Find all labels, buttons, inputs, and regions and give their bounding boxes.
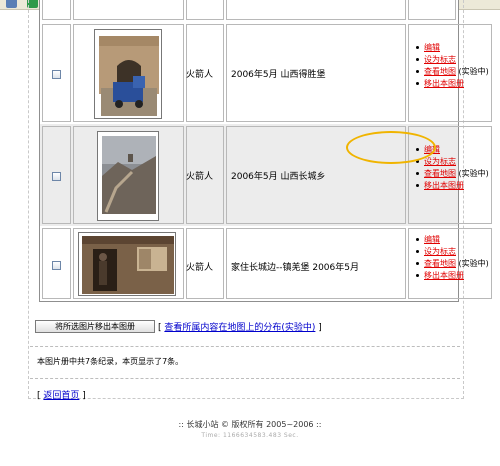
action-item: 查看地图 (实验中) xyxy=(416,168,489,180)
thumbnail-cell xyxy=(73,0,184,20)
record-summary: 本图片册中共7条纪录，本页显示了7条。 xyxy=(37,357,184,366)
photo-description: 家住长城边--镇羌堡 2006年5月 xyxy=(231,263,359,273)
actions-cell: 编辑 设为标志 查看地图 (实验中) 移出本图册 xyxy=(408,228,492,299)
view-map-link[interactable]: 查看地图 xyxy=(424,259,456,268)
description-cell: 2006年5月 山西得胜堡 xyxy=(226,24,406,122)
highlight-annotation xyxy=(346,131,436,164)
edit-link[interactable]: 编辑 xyxy=(424,43,440,52)
select-cell xyxy=(42,0,71,20)
select-cell xyxy=(42,24,71,122)
action-item: 移出本图册 xyxy=(416,78,489,90)
village-house-photo xyxy=(79,233,175,295)
author-cell: 火箭人 xyxy=(186,228,224,299)
table-row xyxy=(40,0,458,23)
action-item: 设为标志 xyxy=(416,156,489,168)
remove-from-album-link[interactable]: 移出本图册 xyxy=(424,271,464,280)
photo-description: 2006年5月 山西长城乡 xyxy=(231,172,326,182)
author-cell: 火箭人 xyxy=(186,126,224,224)
description-cell xyxy=(226,0,406,20)
experimental-note: (实验中) xyxy=(456,259,489,268)
author-cell: 火箭人 xyxy=(186,24,224,122)
map-distribution-link-group: [ 查看所属内容在地图上的分布(实验中) ] xyxy=(158,320,322,333)
actions-cell xyxy=(408,0,456,20)
set-cover-link[interactable]: 设为标志 xyxy=(424,55,456,64)
thumbnail-cell xyxy=(73,24,184,122)
remove-selected-button[interactable]: 将所选图片移出本图册 xyxy=(35,320,155,333)
view-map-link[interactable]: 查看地图 xyxy=(424,67,456,76)
author-cell xyxy=(186,0,224,20)
photo-thumbnail[interactable] xyxy=(94,29,162,119)
table-row: 火箭人 2006年5月 山西得胜堡 编辑 设为标志 查看地图 (实验中) 移出本… xyxy=(40,22,492,125)
bracket-close: ] xyxy=(79,391,86,401)
view-map-link[interactable]: 查看地图 xyxy=(424,169,456,178)
action-item: 编辑 xyxy=(416,42,489,54)
actions-cell: 编辑 设为标志 查看地图 (实验中) 移出本图册 xyxy=(408,24,492,122)
experimental-note: (实验中) xyxy=(456,67,489,76)
back-home-link-group: [ 返回首页 ] xyxy=(37,388,86,401)
action-item: 设为标志 xyxy=(416,246,489,258)
author-name: 火箭人 xyxy=(186,70,214,80)
thumbnail-cell xyxy=(73,228,184,299)
remove-from-album-link[interactable]: 移出本图册 xyxy=(424,79,464,88)
back-home-link[interactable]: 返回首页 xyxy=(43,391,79,401)
action-list: 编辑 设为标志 查看地图 (实验中) 移出本图册 xyxy=(416,42,489,90)
bracket-close: ] xyxy=(315,323,322,333)
table-row: 火箭人 家住长城边--镇羌堡 2006年5月 编辑 设为标志 查看地图 (实验中… xyxy=(40,226,492,301)
map-distribution-link[interactable]: 查看所属内容在地图上的分布(实验中) xyxy=(164,323,315,333)
action-item: 查看地图 (实验中) xyxy=(416,66,489,78)
great-wall-photo xyxy=(98,132,158,220)
author-name: 火箭人 xyxy=(186,263,214,273)
photo-description: 2006年5月 山西得胜堡 xyxy=(231,70,326,80)
photo-thumbnail[interactable] xyxy=(97,131,159,221)
row-checkbox[interactable] xyxy=(52,261,61,270)
thumbnail-cell xyxy=(73,126,184,224)
divider xyxy=(30,346,460,347)
row-checkbox[interactable] xyxy=(52,70,61,79)
set-cover-link[interactable]: 设为标志 xyxy=(424,247,456,256)
action-item: 移出本图册 xyxy=(416,270,489,282)
gate-truck-photo xyxy=(95,30,161,118)
photo-thumbnail[interactable] xyxy=(78,232,176,296)
action-list: 编辑 设为标志 查看地图 (实验中) 移出本图册 xyxy=(416,234,489,282)
row-checkbox[interactable] xyxy=(52,172,61,181)
edit-link[interactable]: 编辑 xyxy=(424,235,440,244)
select-cell xyxy=(42,126,71,224)
action-item: 移出本图册 xyxy=(416,180,489,192)
action-item: 编辑 xyxy=(416,234,489,246)
render-time: Time: 1166634583.483 Sec. xyxy=(201,432,299,439)
description-cell: 家住长城边--镇羌堡 2006年5月 xyxy=(226,228,406,299)
select-cell xyxy=(42,228,71,299)
action-item: 查看地图 (实验中) xyxy=(416,258,489,270)
app-icon-1[interactable] xyxy=(6,0,17,8)
remove-from-album-link[interactable]: 移出本图册 xyxy=(424,181,464,190)
author-name: 火箭人 xyxy=(186,172,214,182)
set-cover-link[interactable]: 设为标志 xyxy=(424,157,456,166)
action-item: 设为标志 xyxy=(416,54,489,66)
divider xyxy=(30,378,460,379)
experimental-note: (实验中) xyxy=(456,169,489,178)
copyright-footer: :: 长城小站 © 版权所有 2005~2006 :: xyxy=(178,420,322,429)
